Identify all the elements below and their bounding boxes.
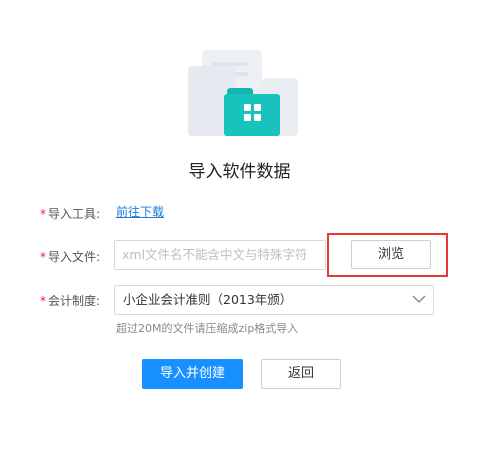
import-file-label-text: 导入文件: bbox=[47, 250, 100, 264]
accounting-system-select[interactable]: 小企业会计准则（2013年颁） bbox=[114, 285, 434, 315]
import-tool-label: * 导入工具: bbox=[0, 205, 100, 222]
download-link[interactable]: 前往下载 bbox=[116, 203, 164, 220]
accounting-system-label-text: 会计制度: bbox=[47, 294, 100, 308]
required-mark: * bbox=[39, 250, 46, 264]
back-button[interactable]: 返回 bbox=[261, 359, 341, 389]
file-size-hint: 超过20M的文件请压缩成zip格式导入 bbox=[116, 322, 299, 335]
grid-icon bbox=[244, 104, 262, 122]
accounting-system-label: * 会计制度: bbox=[0, 292, 100, 309]
browse-button[interactable]: 浏览 bbox=[351, 240, 431, 269]
accounting-system-value: 小企业会计准则（2013年颁） bbox=[123, 292, 293, 307]
required-mark: * bbox=[39, 207, 46, 221]
import-tool-label-text: 导入工具: bbox=[47, 207, 100, 221]
required-mark: * bbox=[39, 294, 46, 308]
chevron-down-icon[interactable] bbox=[412, 293, 426, 305]
import-and-create-button[interactable]: 导入并创建 bbox=[142, 359, 243, 389]
file-path-input[interactable]: xml文件名不能含中文与特殊字符 bbox=[114, 240, 326, 270]
page-title: 导入软件数据 bbox=[188, 162, 291, 182]
import-file-label: * 导入文件: bbox=[0, 248, 100, 265]
